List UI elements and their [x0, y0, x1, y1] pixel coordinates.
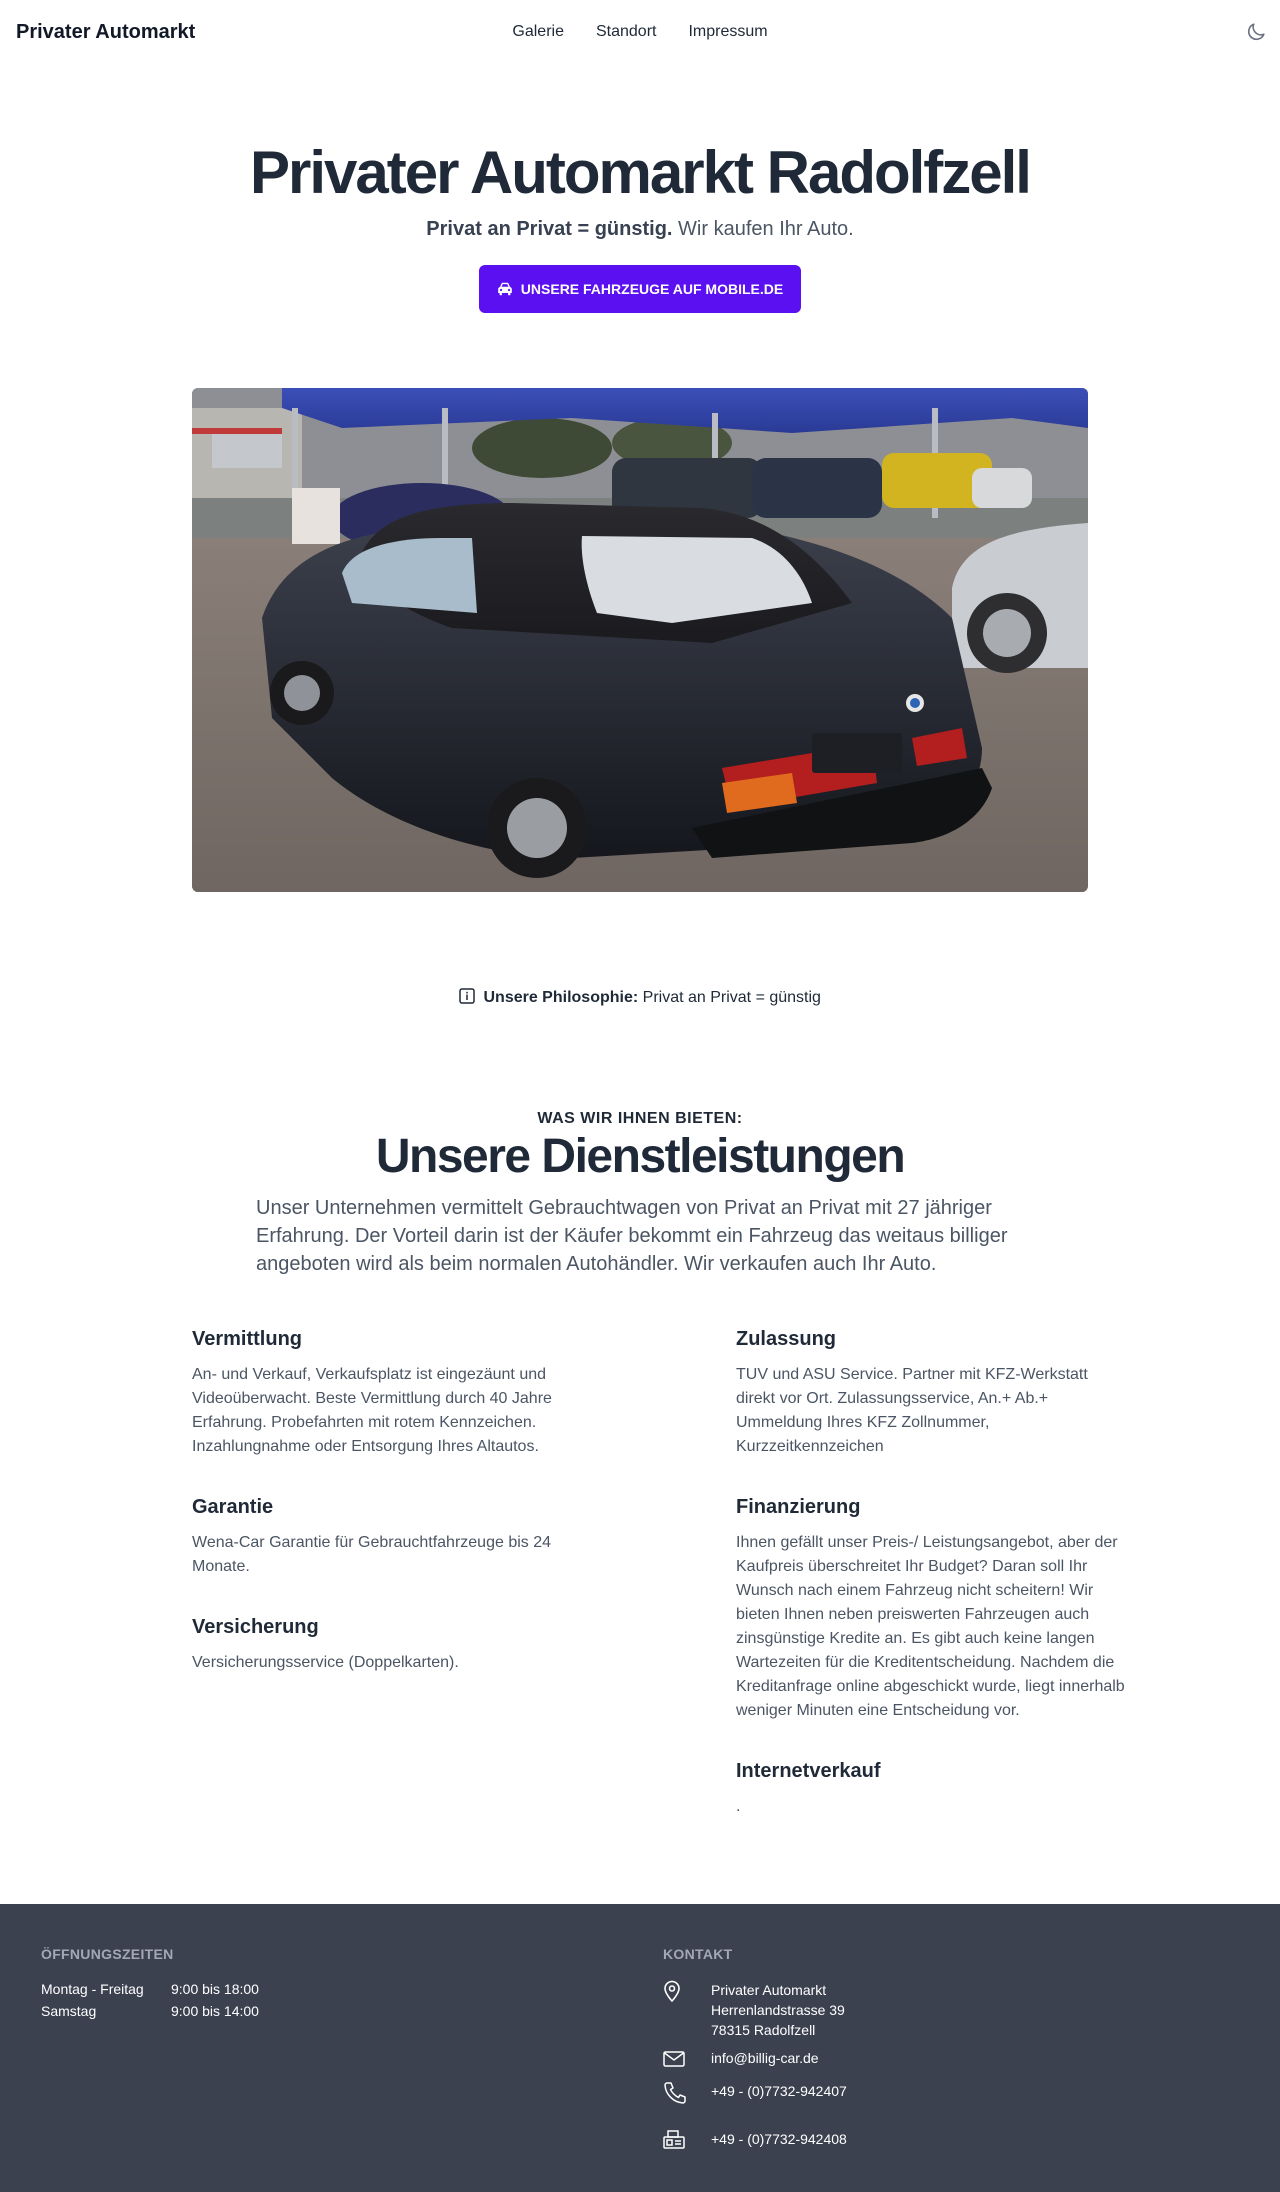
moon-icon — [1247, 23, 1265, 41]
hours-day: Montag - Freitag — [41, 1981, 144, 1997]
hero-tagline: Privat an Privat = günstig. Wir kaufen I… — [0, 218, 1280, 241]
service-text: Ihnen gefällt unser Preis-/ Leistungsang… — [736, 1534, 1125, 1719]
hours-time: 9:00 bis 18:00 — [171, 1981, 259, 1997]
service-title: Zulassung — [736, 1328, 837, 1350]
services-title: Unsere Dienstleistungen — [375, 1130, 906, 1183]
car-photo — [192, 388, 1088, 892]
bmw-cabrio-image — [192, 388, 1088, 892]
services-header: WAS WIR IHNEN BIETEN: Unsere Dienstleist… — [0, 1110, 1280, 1186]
address-block: Privater Automarkt Herrenlandstrasse 39 … — [711, 1980, 845, 2040]
contact-heading: KONTAKT — [663, 1946, 733, 1962]
service-versicherung: Versicherung Versicherungsservice (Doppe… — [192, 1616, 592, 1675]
services-eyebrow: WAS WIR IHNEN BIETEN: — [537, 1110, 743, 1127]
brand-logo-link[interactable]: Privater Automarkt — [16, 21, 195, 44]
service-zulassung: Zulassung TUV und ASU Service. Partner m… — [736, 1328, 1126, 1459]
address-line: Herrenlandstrasse 39 — [711, 2002, 845, 2018]
hours-time: 9:00 bis 14:00 — [171, 2003, 259, 2019]
service-title: Versicherung — [192, 1616, 319, 1638]
service-text: Wena-Car Garantie für Gebrauchtfahrzeuge… — [192, 1534, 552, 1575]
service-title: Internetverkauf — [736, 1760, 881, 1782]
nav-galerie[interactable]: Galerie — [512, 23, 564, 41]
services-intro: Unser Unternehmen vermittelt Gebrauchtwa… — [256, 1197, 1008, 1275]
site-header: Privater Automarkt Galerie Standort Impr… — [0, 0, 1280, 64]
philosophy-text: Privat an Privat = günstig — [642, 989, 821, 1006]
site-footer: ÖFFNUNGSZEITEN Montag - Freitag 9:00 bis … — [0, 1904, 1280, 2192]
hero-section: Privater Automarkt Radolfzell Privat an … — [0, 64, 1280, 313]
philosophy-banner: Unsere Philosophie: Privat an Privat = g… — [0, 988, 1280, 1007]
service-text: An- und Verkauf, Verkaufsplatz ist einge… — [192, 1366, 552, 1455]
hours-row-saturday: Samstag 9:00 bis 14:00 — [41, 2003, 259, 2019]
page-title: Privater Automarkt Radolfzell — [250, 139, 1032, 206]
car-icon — [497, 282, 512, 296]
service-finanzierung: Finanzierung Ihnen gefällt unser Preis-/… — [736, 1496, 1136, 1723]
service-text: . — [736, 1798, 741, 1815]
phone-number[interactable]: +49 - (0)7732-942407 — [711, 2081, 847, 2101]
service-title: Garantie — [192, 1496, 274, 1518]
hours-day: Samstag — [41, 2003, 97, 2019]
fax-number: +49 - (0)7732-942408 — [711, 2131, 847, 2147]
service-title: Finanzierung — [736, 1496, 861, 1518]
service-internetverkauf: Internetverkauf . — [736, 1760, 1136, 1819]
service-garantie: Garantie Wena-Car Garantie für Gebraucht… — [192, 1496, 592, 1579]
nav-standort[interactable]: Standort — [596, 23, 656, 41]
tagline-bold: Privat an Privat = günstig. — [426, 218, 673, 240]
mail-icon — [663, 2051, 685, 2067]
mobile-de-button-label: UNSERE FAHRZEUGE AUF MOBILE.DE — [520, 281, 784, 297]
service-text: Versicherungsservice (Doppelkarten). — [192, 1654, 459, 1671]
theme-toggle-button[interactable] — [1240, 16, 1272, 48]
address-line: Privater Automarkt — [711, 1982, 827, 1998]
philosophy-label: Unsere Philosophie: — [483, 989, 639, 1006]
nav-impressum[interactable]: Impressum — [688, 23, 767, 41]
service-vermittlung: Vermittlung An- und Verkauf, Verkaufspla… — [192, 1328, 592, 1459]
phone-icon — [664, 2082, 686, 2104]
email-link[interactable]: info@billig-car.de — [711, 2048, 819, 2068]
info-icon — [459, 988, 475, 1004]
address-line: 78315 Radolfzell — [711, 2022, 816, 2038]
hours-row-weekdays: Montag - Freitag 9:00 bis 18:00 — [41, 1981, 259, 1997]
mobile-de-button[interactable]: UNSERE FAHRZEUGE AUF MOBILE.DE — [478, 265, 802, 313]
tagline-rest: Wir kaufen Ihr Auto. — [678, 218, 854, 240]
map-pin-icon — [664, 1980, 680, 2002]
service-title: Vermittlung — [192, 1328, 303, 1350]
fax-icon — [663, 2130, 685, 2149]
hours-heading: ÖFFNUNGSZEITEN — [41, 1946, 174, 1962]
service-text: TUV und ASU Service. Partner mit KFZ-Wer… — [736, 1366, 1088, 1455]
